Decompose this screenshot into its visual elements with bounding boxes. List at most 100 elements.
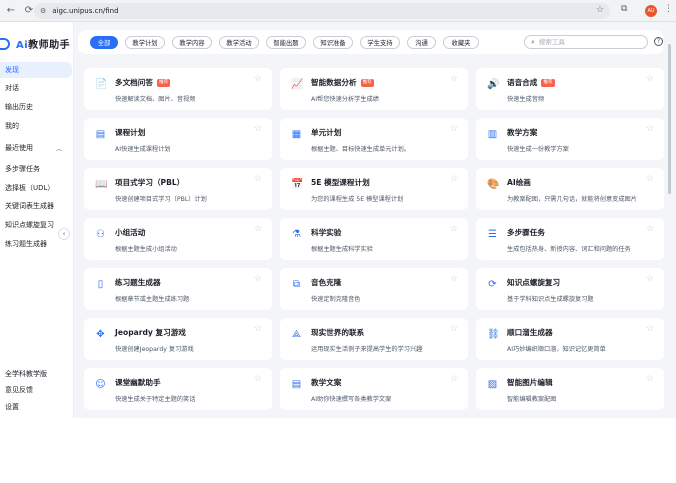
tool-card[interactable]: 📅 5E 模型课程计划 为您的课程生成 5E 模型课程计划 ☆ <box>280 168 468 210</box>
sidebar: Ai教师助手 发现 对话 输出历史 我的 最近使用 ︿ 多步骤任务 选择板（UDL… <box>0 22 74 418</box>
favorite-star-icon[interactable]: ☆ <box>254 324 262 334</box>
tool-card[interactable]: ▤ 课程计划 AI快速生成课程计划 ☆ <box>84 118 272 160</box>
sidebar-section-recent[interactable]: 最近使用 ︿ <box>0 140 72 156</box>
profile-avatar[interactable]: AU <box>645 5 657 17</box>
tool-card-description: 快速生成一份教学方案 <box>507 146 569 153</box>
tool-card[interactable]: 📄 多文档问答 推荐 快速解读文档、图片、音视频 ☆ <box>84 68 272 110</box>
favorite-star-icon[interactable]: ☆ <box>254 174 262 184</box>
favorite-star-icon[interactable]: ☆ <box>254 274 262 284</box>
sidebar-item-recent-multistep[interactable]: 多步骤任务 <box>0 161 72 177</box>
app-title: Ai教师助手 <box>16 40 71 51</box>
filter-smart-questions[interactable]: 智能出题 <box>266 36 306 49</box>
search-input[interactable] <box>538 38 639 46</box>
favorite-star-icon[interactable]: ☆ <box>646 124 654 134</box>
group-icon: ⚇ <box>96 229 105 240</box>
tool-card-title: Jeopardy 复习游戏 <box>115 328 186 337</box>
filter-all[interactable]: 全部 <box>90 36 118 49</box>
tool-card[interactable]: ⟁ 现实世界的联系 运用现实生活例子来提高学生的学习兴趣 ☆ <box>280 318 468 360</box>
sidebar-item-feedback[interactable]: 意见反馈 <box>0 382 72 398</box>
tool-card[interactable]: ✥ Jeopardy 复习游戏 快速创建Jeopardy 复习游戏 ☆ <box>84 318 272 360</box>
favorite-star-icon[interactable]: ☆ <box>254 74 262 84</box>
tool-card[interactable]: 🔊 语音合成 推荐 快速生成音频 ☆ <box>476 68 664 110</box>
tool-card[interactable]: ⚗ 科学实验 根据主题生成科学实验 ☆ <box>280 218 468 260</box>
scrollbar[interactable] <box>668 44 671 194</box>
tool-card-title: 教学文案 <box>311 378 342 387</box>
favorite-star-icon[interactable]: ☆ <box>646 274 654 284</box>
tool-card[interactable]: ▥ 教学方案 快速生成一份教学方案 ☆ <box>476 118 664 160</box>
filter-student-support[interactable]: 学生支持 <box>360 36 400 49</box>
sidebar-item-discover[interactable]: 发现 <box>0 62 72 78</box>
address-bar[interactable]: ⚙ aigc.unipus.cn/find ☆ <box>34 3 610 19</box>
tool-card-description: AI帮您快速分析学生成绩 <box>311 96 379 103</box>
favorite-star-icon[interactable]: ☆ <box>646 74 654 84</box>
tool-card-description: 根据主题生成小组活动 <box>115 246 177 253</box>
sidebar-item-history[interactable]: 输出历史 <box>0 99 72 115</box>
filter-teaching-content[interactable]: 教学内容 <box>172 36 212 49</box>
favorite-star-icon[interactable]: ☆ <box>646 374 654 384</box>
tool-card[interactable]: ▦ 单元计划 根据主题、目标快速生成单元计划。 ☆ <box>280 118 468 160</box>
gamepad-icon: ✥ <box>96 329 105 340</box>
help-icon[interactable]: ? <box>654 37 663 46</box>
tool-card-title: 科学实验 <box>311 228 342 237</box>
tool-card[interactable]: 📖 项目式学习（PBL） 快速创建项目式学习（PBL）计划 ☆ <box>84 168 272 210</box>
tool-card-description: 根据主题生成科学实验 <box>311 246 373 253</box>
tool-card[interactable]: ▯ 练习题生成器 根据章节或主题生成练习题 ☆ <box>84 268 272 310</box>
sidebar-item-recent-udl[interactable]: 选择板（UDL） <box>0 180 72 196</box>
sidebar-collapse-button[interactable]: ‹ <box>58 228 70 240</box>
filter-teaching-activity[interactable]: 教学活动 <box>219 36 259 49</box>
more-menu-icon[interactable]: ⋮ <box>664 4 673 14</box>
back-icon[interactable]: ← <box>4 4 18 18</box>
spiral-icon: ⟳ <box>488 279 497 290</box>
sidebar-item-settings[interactable]: 设置 <box>0 399 72 415</box>
search-icon: ⌕ <box>531 37 535 46</box>
sidebar-item-mine[interactable]: 我的 <box>0 118 72 134</box>
tool-card-title: 单元计划 <box>311 128 342 137</box>
filter-communication[interactable]: 沟通 <box>407 36 436 49</box>
tool-card-description: 为您的课程生成 5E 模型课程计划 <box>311 196 404 203</box>
site-settings-icon[interactable]: ⚙ <box>40 7 46 15</box>
favorite-star-icon[interactable]: ☆ <box>450 274 458 284</box>
sidebar-item-edition[interactable]: 全学科教学版 <box>0 366 72 382</box>
main-content: 全部 教学计划 教学内容 教学活动 智能出题 知识准备 学生支持 沟通 收藏夹 … <box>74 22 676 418</box>
extensions-icon[interactable]: ⧉ <box>621 4 627 14</box>
favorite-star-icon[interactable]: ☆ <box>254 374 262 384</box>
tool-card-title: 练习题生成器 <box>115 278 161 287</box>
tool-card-description: 运用现实生活例子来提高学生的学习兴趣 <box>311 346 423 353</box>
tool-card[interactable]: 📈 智能数据分析 推荐 AI帮您快速分析学生成绩 ☆ <box>280 68 468 110</box>
sidebar-item-recent-keywords[interactable]: 关键词表生成器 <box>0 198 72 214</box>
tool-card[interactable]: ☺ 课堂幽默助手 快速生成关于特定主题的笑话 ☆ <box>84 368 272 410</box>
favorite-star-icon[interactable]: ☆ <box>450 174 458 184</box>
favorite-star-icon[interactable]: ☆ <box>646 174 654 184</box>
tool-card[interactable]: ▤ 教学文案 AI助你快速撰写各类教学文案 ☆ <box>280 368 468 410</box>
filter-teaching-plan[interactable]: 教学计划 <box>125 36 165 49</box>
tool-card[interactable]: ▨ 智能图片编辑 智能编辑教案配图 ☆ <box>476 368 664 410</box>
tool-card[interactable]: ⛓ 顺口溜生成器 AI巧妙编织顺口溜，知识记忆更简单 ☆ <box>476 318 664 360</box>
app-logo[interactable]: Ai教师助手 <box>0 36 70 51</box>
palette-icon: 🎨 <box>487 179 500 190</box>
tool-card[interactable]: ⧉ 音色克隆 快速定制克隆音色 ☆ <box>280 268 468 310</box>
favorite-star-icon[interactable]: ☆ <box>450 324 458 334</box>
tool-card-description: 快速解读文档、图片、音视频 <box>115 96 196 103</box>
favorite-star-icon[interactable]: ☆ <box>450 374 458 384</box>
favorite-star-icon[interactable]: ☆ <box>254 124 262 134</box>
favorite-star-icon[interactable]: ☆ <box>646 224 654 234</box>
tool-card[interactable]: ⚇ 小组活动 根据主题生成小组活动 ☆ <box>84 218 272 260</box>
tool-card[interactable]: ☰ 多步骤任务 生成包括热身、新授内容、词汇和问题的任务 ☆ <box>476 218 664 260</box>
favorite-star-icon[interactable]: ☆ <box>254 224 262 234</box>
list-icon: ☰ <box>488 229 497 240</box>
favorite-star-icon[interactable]: ☆ <box>450 124 458 134</box>
sidebar-item-chat[interactable]: 对话 <box>0 80 72 96</box>
favorite-star-icon[interactable]: ☆ <box>450 224 458 234</box>
favorite-star-icon[interactable]: ☆ <box>646 324 654 334</box>
tool-card[interactable]: 🎨 AI绘画 为教案配图，只需几句话，就能将创意变成图片 ☆ <box>476 168 664 210</box>
bookmark-star-icon[interactable]: ☆ <box>596 5 604 15</box>
search-box[interactable]: ⌕ <box>524 35 648 49</box>
filter-favorites[interactable]: 收藏夹 <box>443 36 479 49</box>
favorite-star-icon[interactable]: ☆ <box>450 74 458 84</box>
filter-knowledge-prep[interactable]: 知识准备 <box>313 36 353 49</box>
tool-card-title: 语音合成 推荐 <box>507 78 555 87</box>
tool-card-title: 智能图片编辑 <box>507 378 553 387</box>
tool-card[interactable]: ⟳ 知识点螺旋复习 基于学科知识点生成螺旋复习题 ☆ <box>476 268 664 310</box>
tool-card-title: 多文档问答 推荐 <box>115 78 171 87</box>
book-open-icon: 📖 <box>95 179 108 190</box>
